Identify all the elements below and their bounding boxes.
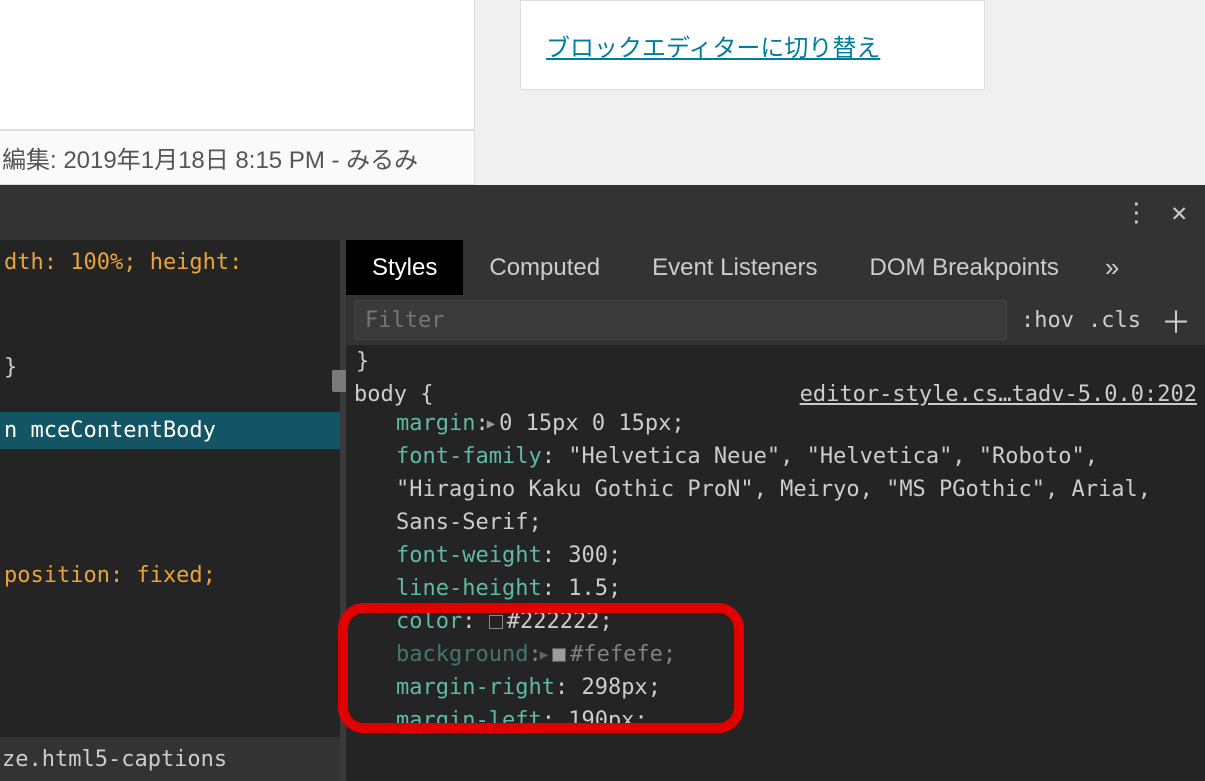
more-menu-icon[interactable]: ⋮ [1123, 198, 1149, 228]
decl-margin[interactable]: margin:▶0 15px 0 15px; [354, 407, 1197, 440]
decl-font-family[interactable]: font-family: "Helvetica Neue", "Helvetic… [354, 440, 1197, 539]
prop-font-family: font-family [396, 444, 542, 469]
decl-margin-right[interactable]: margin-right: 298px; [354, 671, 1197, 704]
editor-content-panel [0, 0, 475, 130]
styles-tab-bar: Styles Computed Event Listeners DOM Brea… [346, 240, 1205, 295]
val-margin-left: 190px [568, 708, 634, 733]
prop-background: background [396, 642, 528, 667]
val-margin-right: 298px [581, 675, 647, 700]
val-line-height: 1.5 [568, 576, 608, 601]
rule-header: body { editor-style.cs…tadv-5.0.0:202 [354, 382, 1197, 407]
prop-line-height: line-height [396, 576, 542, 601]
rule-source-link[interactable]: editor-style.cs…tadv-5.0.0:202 [800, 382, 1197, 407]
decl-line-height[interactable]: line-height: 1.5; [354, 572, 1197, 605]
expand-icon[interactable]: ▶ [487, 414, 495, 435]
hov-toggle[interactable]: :hov [1021, 308, 1074, 333]
css-rule-area: } body { editor-style.cs…tadv-5.0.0:202 … [346, 345, 1205, 737]
inline-style-fragment[interactable]: dth: 100%; height: [0, 246, 340, 279]
prop-font-weight: font-weight [396, 543, 542, 568]
tab-overflow-icon[interactable]: » [1085, 252, 1139, 283]
breadcrumb-text: ze.html5-captions [2, 747, 227, 772]
devtools-topbar: ⋮ ✕ [0, 185, 1205, 240]
styles-filter-input[interactable] [354, 300, 1007, 340]
devtools-panel: ⋮ ✕ dth: 100%; height: } n mceContentBod… [0, 185, 1205, 781]
prop-margin-left: margin-left [396, 708, 542, 733]
rule-selector[interactable]: body { [354, 382, 433, 407]
cls-toggle[interactable]: .cls [1088, 308, 1141, 333]
edit-info-text: 編集: 2019年1月18日 8:15 PM - みるみ [2, 140, 418, 175]
tab-computed[interactable]: Computed [463, 240, 626, 295]
val-background: #fefefe [570, 642, 663, 667]
val-margin: 0 15px 0 15px [499, 411, 671, 436]
block-editor-switch-panel: ブロックエディターに切り替え [520, 0, 985, 90]
color-swatch-icon[interactable] [552, 648, 566, 662]
styles-pane: Styles Computed Event Listeners DOM Brea… [346, 240, 1205, 781]
color-swatch-icon[interactable] [489, 615, 503, 629]
decl-color[interactable]: color: #222222; [354, 605, 1197, 638]
add-rule-button[interactable]: ＋ [1155, 298, 1197, 342]
tab-event-listeners[interactable]: Event Listeners [626, 240, 843, 295]
selected-element[interactable]: n mceContentBody [0, 412, 340, 449]
prev-rule-close: } [354, 349, 1197, 374]
decl-font-weight[interactable]: font-weight: 300; [354, 539, 1197, 572]
elements-breadcrumb[interactable]: ze.html5-captions [0, 737, 340, 781]
styles-filter-row: :hov .cls ＋ [346, 295, 1205, 345]
elements-tree-pane[interactable]: dth: 100%; height: } n mceContentBody po… [0, 240, 340, 781]
prop-margin-right: margin-right [396, 675, 555, 700]
switch-to-block-editor-link[interactable]: ブロックエディターに切り替え [546, 28, 880, 63]
tab-dom-breakpoints[interactable]: DOM Breakpoints [844, 240, 1085, 295]
close-icon[interactable]: ✕ [1171, 198, 1187, 228]
decl-margin-left[interactable]: margin-left: 190px; [354, 704, 1197, 737]
expand-icon[interactable]: ▶ [540, 645, 548, 666]
last-edit-info: 編集: 2019年1月18日 8:15 PM - みるみ [0, 130, 475, 185]
decl-background[interactable]: background:▶#fefefe; [354, 638, 1197, 671]
val-font-weight: 300 [568, 543, 608, 568]
prop-margin: margin [396, 411, 475, 436]
tab-styles[interactable]: Styles [346, 240, 463, 295]
fixed-position-fragment[interactable]: position: fixed; [0, 559, 340, 592]
val-color: #222222 [507, 609, 600, 634]
brace-close: } [0, 351, 340, 384]
prop-color: color [396, 609, 462, 634]
